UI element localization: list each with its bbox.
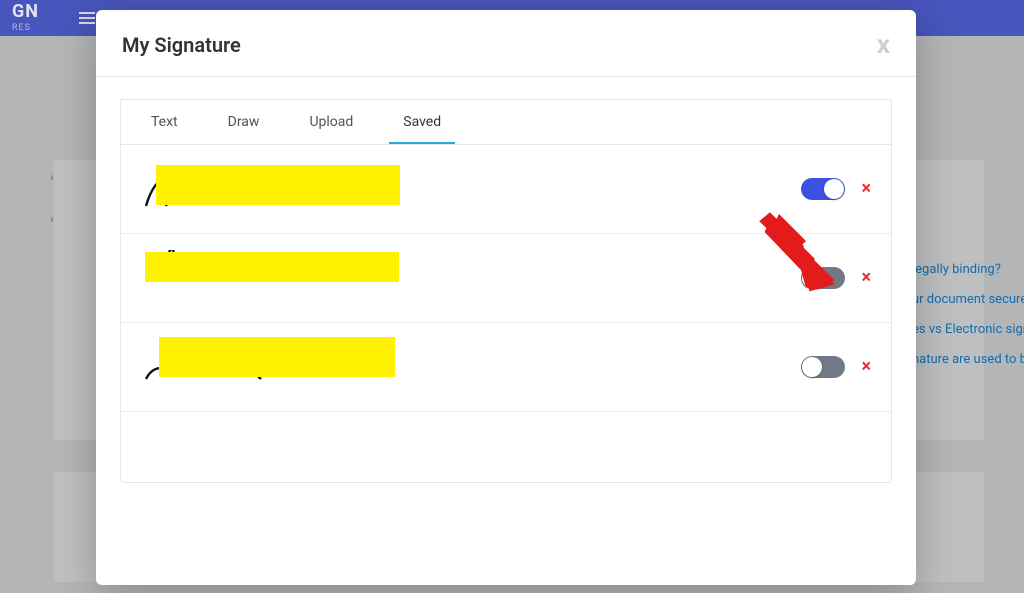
redaction-block (145, 252, 399, 282)
tab-text[interactable]: Text (137, 100, 192, 144)
delete-signature-button[interactable]: × (861, 269, 871, 287)
signature-controls: × (801, 267, 871, 289)
redaction-block (156, 165, 400, 205)
signature-row: × (121, 323, 891, 412)
close-icon[interactable]: x (877, 32, 890, 58)
signature-preview (141, 159, 801, 219)
signature-preview (141, 248, 801, 308)
modal-header: My Signature x (96, 10, 916, 77)
signature-row: × (121, 145, 891, 234)
signature-active-toggle[interactable] (801, 178, 845, 200)
signature-active-toggle[interactable] (801, 356, 845, 378)
signature-controls: × (801, 178, 871, 200)
signature-card: Text Draw Upload Saved × × × (120, 99, 892, 483)
my-signature-modal: My Signature x Text Draw Upload Saved × × × (96, 10, 916, 585)
signature-active-toggle[interactable] (801, 267, 845, 289)
tab-upload[interactable]: Upload (295, 100, 367, 144)
tab-draw[interactable]: Draw (214, 100, 274, 144)
modal-title: My Signature (122, 33, 241, 57)
redaction-block (159, 337, 395, 377)
signature-rows: × × × (121, 145, 891, 482)
signature-row: × (121, 234, 891, 323)
signature-tabs: Text Draw Upload Saved (121, 100, 891, 145)
delete-signature-button[interactable]: × (861, 180, 871, 198)
tab-saved[interactable]: Saved (389, 100, 455, 144)
modal-body: Text Draw Upload Saved × × × (96, 77, 916, 585)
signature-controls: × (801, 356, 871, 378)
signature-preview (141, 337, 801, 397)
delete-signature-button[interactable]: × (861, 358, 871, 376)
